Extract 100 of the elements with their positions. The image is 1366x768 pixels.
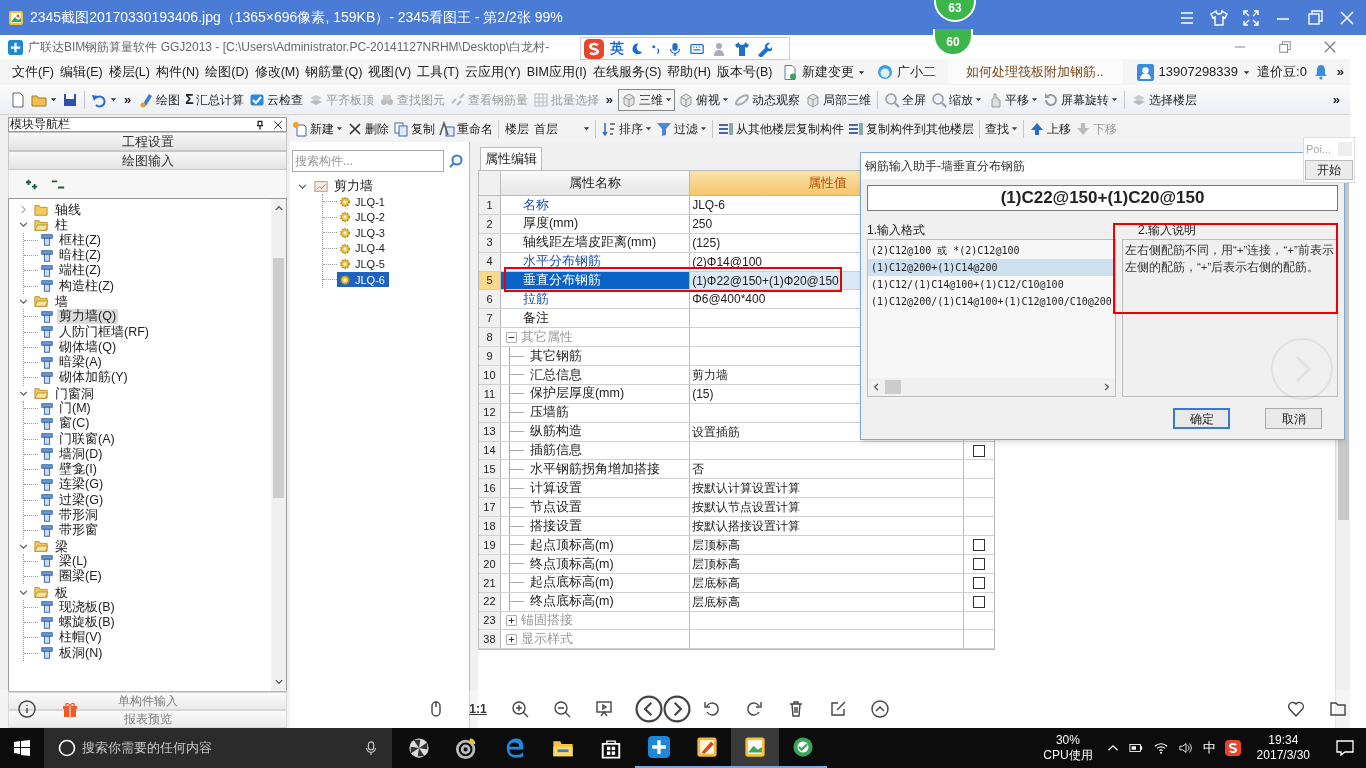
scrollbar-thumb[interactable] bbox=[885, 380, 901, 394]
start-icon[interactable] bbox=[14, 740, 30, 756]
tree-item[interactable]: 轴线 bbox=[55, 202, 81, 218]
ime-indicator[interactable]: 中 bbox=[1202, 738, 1216, 758]
microphone-icon[interactable] bbox=[668, 40, 682, 57]
toolbar-button[interactable]: 缩放 bbox=[928, 88, 984, 111]
scroll-down-icon[interactable] bbox=[273, 677, 284, 687]
tree-item[interactable]: 壁龛(I) bbox=[57, 462, 99, 478]
tree-item[interactable]: 暗柱(Z) bbox=[57, 248, 103, 264]
menu-item[interactable]: 钢筋量(Q) bbox=[302, 62, 366, 82]
news-link[interactable]: 如何处理筏板附加钢筋.. bbox=[947, 60, 1123, 84]
tree-item[interactable]: 柱帽(V) bbox=[57, 630, 104, 646]
property-value[interactable]: 层顶标高 bbox=[692, 536, 741, 554]
toolbar-button[interactable]: 上移 bbox=[1027, 117, 1073, 140]
property-value[interactable]: (15) bbox=[692, 384, 714, 403]
tree-item[interactable]: 板 bbox=[55, 584, 68, 600]
menu-item[interactable]: 绘图(D) bbox=[202, 62, 252, 82]
shirt-icon[interactable] bbox=[734, 40, 750, 57]
tree-item[interactable]: 墙 bbox=[55, 293, 68, 309]
tree-item[interactable]: 砌体墙(Q) bbox=[57, 339, 119, 355]
tree-item[interactable]: JLQ-6 bbox=[337, 272, 389, 288]
shirt-icon[interactable] bbox=[1210, 8, 1228, 27]
previous-icon[interactable] bbox=[635, 695, 663, 723]
toolbar-button[interactable]: 平移 bbox=[984, 88, 1040, 111]
tree-item[interactable]: 现浇板(B) bbox=[57, 599, 117, 615]
toolbar-button[interactable]: 选择楼层 bbox=[1128, 88, 1199, 111]
nav-button[interactable]: 单构件输入 bbox=[8, 692, 287, 710]
list-item[interactable]: (1)C12@200/(1)C14@100+(1)C12@100/C10@200 bbox=[868, 293, 1115, 310]
property-value[interactable]: Φ6@400*400 bbox=[692, 290, 766, 309]
tree-item[interactable]: 暗梁(A) bbox=[57, 355, 104, 371]
toolbar-button[interactable]: 动态观察 bbox=[731, 88, 802, 111]
tree-item[interactable]: 砌体加筋(Y) bbox=[57, 370, 130, 386]
tree-item[interactable]: 带形洞 bbox=[57, 508, 100, 524]
nav-button[interactable]: 绘图输入 bbox=[8, 151, 287, 170]
overflow-chevron[interactable]: » bbox=[120, 89, 136, 110]
tree-item[interactable]: 板洞(N) bbox=[57, 645, 105, 661]
tree-item[interactable]: 柱 bbox=[55, 217, 68, 233]
toolbar-button[interactable]: 过滤 bbox=[654, 117, 709, 140]
property-value[interactable]: (2)Φ14@100 bbox=[692, 252, 762, 271]
property-value[interactable]: 否 bbox=[692, 460, 705, 479]
toolbar-button[interactable]: 俯视 bbox=[675, 88, 731, 111]
keyboard-icon[interactable] bbox=[688, 41, 706, 56]
heart-icon[interactable] bbox=[1287, 700, 1305, 718]
toolbar-button[interactable]: 绘图 bbox=[136, 88, 183, 111]
wrench-icon[interactable] bbox=[756, 40, 772, 57]
start-button[interactable]: 开始 bbox=[1305, 160, 1353, 180]
tree-item[interactable]: 螺旋板(B) bbox=[57, 615, 117, 631]
nav-button[interactable]: 报表预览 bbox=[8, 710, 287, 728]
checkbox[interactable] bbox=[973, 444, 986, 457]
microphone-icon[interactable] bbox=[364, 740, 378, 756]
tree-item[interactable]: JLQ-5 bbox=[337, 256, 389, 272]
fullscreen-icon[interactable] bbox=[1242, 8, 1260, 27]
toolbar-button[interactable]: 三维 bbox=[617, 88, 675, 111]
scroll-right-icon[interactable] bbox=[1102, 382, 1112, 392]
property-value[interactable]: 按默认计算设置计算 bbox=[692, 479, 801, 498]
menu-button[interactable]: 广小二 bbox=[874, 62, 938, 82]
s-logo-icon[interactable] bbox=[1224, 740, 1241, 756]
tree-item[interactable]: 连梁(G) bbox=[57, 477, 106, 493]
moon-icon[interactable] bbox=[630, 41, 644, 56]
clock-time[interactable]: 19:34 bbox=[1268, 733, 1299, 748]
menu-item[interactable]: BIM应用(I) bbox=[523, 62, 590, 82]
ok-button[interactable]: 确定 bbox=[1173, 408, 1230, 429]
search-field[interactable]: 搜索你需要的任何内容 bbox=[82, 738, 352, 758]
toolbar-button[interactable]: 删除 bbox=[345, 117, 391, 140]
checkbox[interactable] bbox=[973, 576, 986, 589]
tree-item[interactable]: 端柱(Z) bbox=[57, 263, 103, 279]
menu-item[interactable]: 云应用(Y) bbox=[462, 62, 524, 82]
menu-item[interactable]: 楼层(L) bbox=[105, 62, 153, 82]
list-item[interactable]: (1)C12/(1)C14@100+(1)C12/C10@100 bbox=[868, 276, 1115, 293]
menu-item[interactable]: 工具(T) bbox=[414, 62, 463, 82]
property-value[interactable]: 设置插筋 bbox=[692, 422, 741, 441]
checkbox[interactable] bbox=[973, 557, 986, 570]
toolbar-button[interactable]: 复制 bbox=[391, 117, 437, 140]
maximize-icon[interactable] bbox=[1306, 8, 1324, 27]
delete-icon[interactable] bbox=[787, 700, 805, 718]
tree-item[interactable]: 墙洞(D) bbox=[57, 446, 105, 462]
pin-icon[interactable] bbox=[255, 119, 265, 130]
ime-mode[interactable]: 英 bbox=[610, 38, 624, 59]
property-value[interactable]: JLQ-6 bbox=[692, 195, 725, 214]
menu-item[interactable]: 文件(F) bbox=[9, 62, 57, 82]
zoom-out-icon[interactable] bbox=[553, 700, 571, 718]
tree-item[interactable]: 过梁(G) bbox=[57, 492, 106, 508]
tree-item[interactable]: 门联窗(A) bbox=[57, 431, 117, 447]
menu-item[interactable]: 版本号(B) bbox=[713, 62, 776, 82]
tree-item[interactable]: 带形窗 bbox=[57, 523, 100, 539]
cancel-button[interactable]: 取消 bbox=[1265, 408, 1322, 429]
zoom-ratio-button[interactable]: 1:1 bbox=[469, 700, 487, 718]
scroll-left-icon[interactable] bbox=[871, 382, 881, 392]
property-value[interactable]: 层底标高 bbox=[692, 592, 741, 611]
property-value[interactable]: 剪力墙 bbox=[692, 365, 729, 384]
property-value[interactable]: 按默认搭接设置计算 bbox=[692, 517, 801, 536]
toolbar-button[interactable]: 新建 bbox=[290, 117, 345, 140]
toolbar-button[interactable]: 局部三维 bbox=[802, 88, 873, 111]
tree-item[interactable]: 门窗洞 bbox=[55, 385, 94, 401]
overflow-chevron[interactable]: » bbox=[1328, 89, 1344, 110]
tree-item[interactable]: JLQ-4 bbox=[337, 241, 389, 257]
tree-item[interactable]: 构造柱(Z) bbox=[57, 278, 116, 294]
property-value[interactable]: 250 bbox=[692, 214, 713, 233]
toolbar-button[interactable]: 重命名 bbox=[437, 117, 495, 140]
toolbar-button[interactable]: Σ汇总计算 bbox=[183, 88, 246, 111]
